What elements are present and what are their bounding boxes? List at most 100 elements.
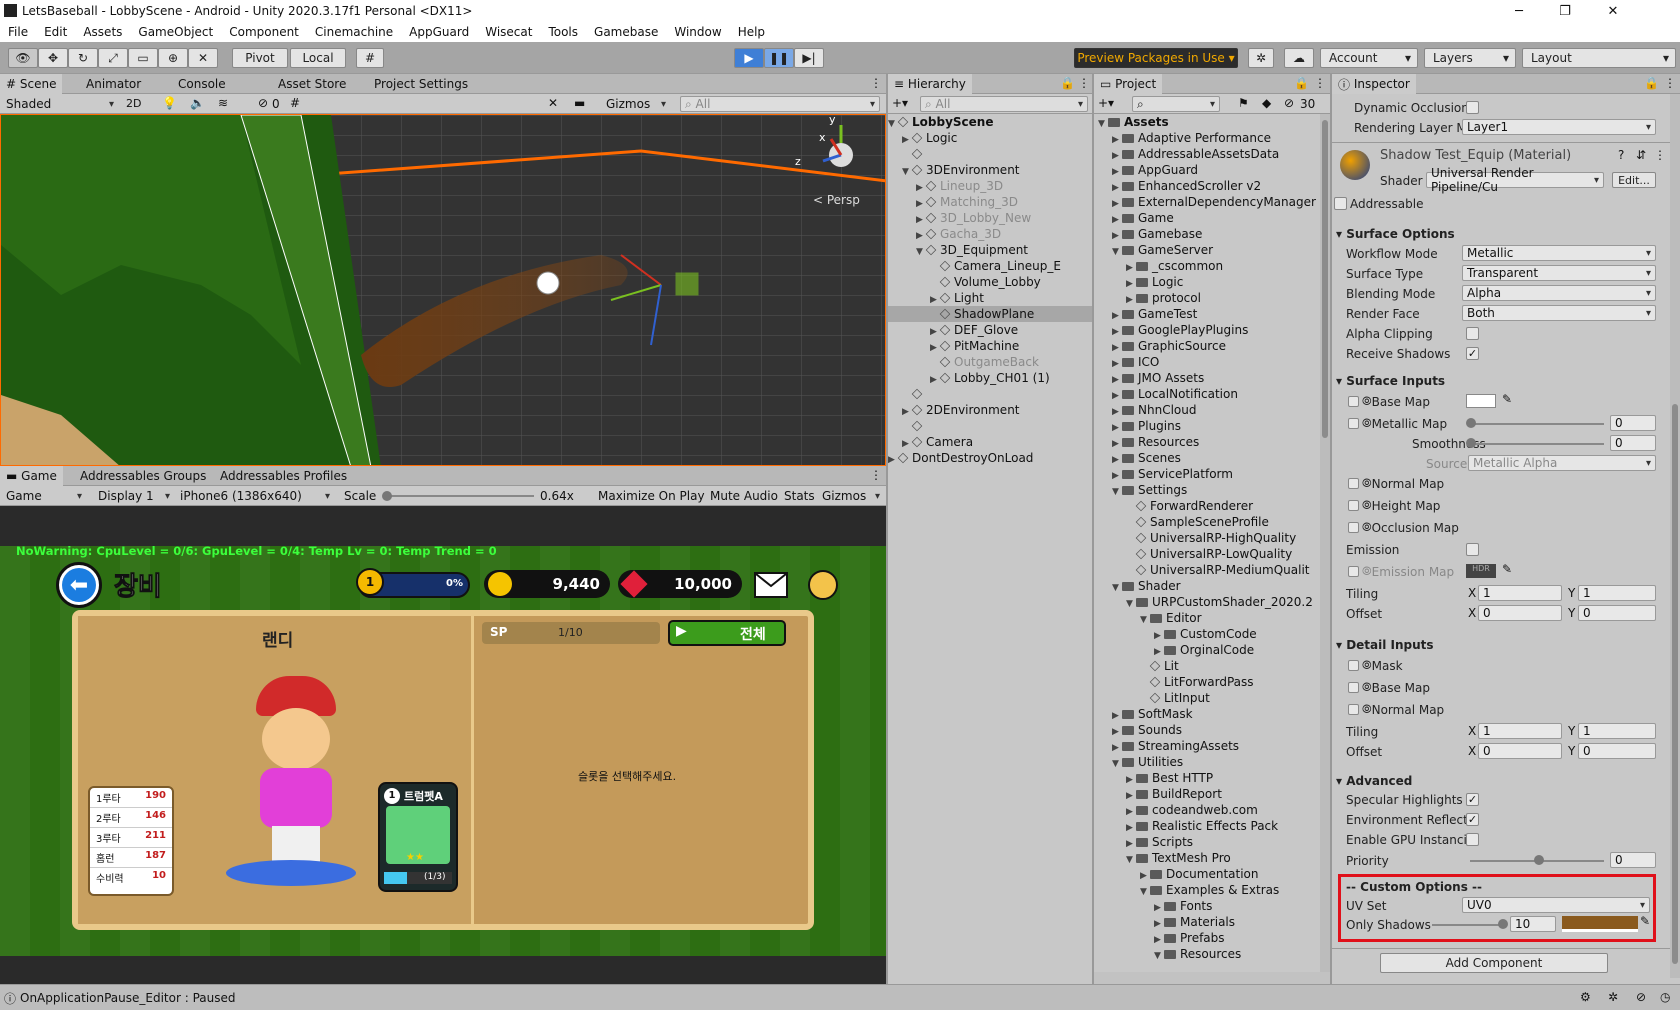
pivot-toggle[interactable]: Pivot xyxy=(232,48,288,68)
menu-tools[interactable]: Tools xyxy=(540,25,586,39)
uv-set-dropdown[interactable]: UV0 xyxy=(1462,897,1650,913)
add-component-button[interactable]: Add Component xyxy=(1380,953,1608,973)
project-item[interactable]: ▶ OrginalCode xyxy=(1094,642,1320,658)
hierarchy-item[interactable]: ▶ 2DEnvironment xyxy=(888,402,1092,418)
scale-slider-handle[interactable] xyxy=(382,491,392,501)
camera-icon[interactable]: ▬ xyxy=(574,96,585,110)
item-card[interactable]: 1 트럼펫A ★★ (1/3) xyxy=(378,782,458,892)
project-item[interactable]: ▶ Best HTTP xyxy=(1094,770,1320,786)
hierarchy-item[interactable] xyxy=(888,418,1092,434)
hierarchy-item[interactable]: ▶ Lineup_3D xyxy=(888,178,1092,194)
game-viewport[interactable]: NoWarning: CpuLevel = 0/6: GpuLevel = 0/… xyxy=(0,506,886,984)
menu-component[interactable]: Component xyxy=(221,25,307,39)
stats-toggle[interactable]: Stats xyxy=(784,489,815,503)
project-item[interactable]: ▶ LocalNotification xyxy=(1094,386,1320,402)
resolution-dropdown[interactable]: iPhone6 (1386x640) xyxy=(176,488,334,504)
lock-icon[interactable]: 🔒 xyxy=(1060,76,1075,90)
project-item[interactable]: ▶ GameTest xyxy=(1094,306,1320,322)
project-item[interactable]: ▶ _cscommon xyxy=(1094,258,1320,274)
collapse-arrow-icon[interactable]: ▶ xyxy=(888,452,898,468)
advanced-header[interactable]: ▾ Advanced xyxy=(1336,774,1412,788)
hidden-packages-icon[interactable]: ⊘ xyxy=(1284,96,1294,110)
project-item[interactable]: ▶ AppGuard xyxy=(1094,162,1320,178)
minimize-button[interactable]: ─ xyxy=(1496,0,1542,22)
base-map-color[interactable] xyxy=(1466,394,1496,408)
game-more-icon[interactable]: ⋮ xyxy=(870,468,882,482)
hierarchy-item[interactable]: Volume_Lobby xyxy=(888,274,1092,290)
priority-slider-handle[interactable] xyxy=(1534,855,1544,865)
project-item[interactable]: ▶ AddressableAssetsData xyxy=(1094,146,1320,162)
project-scroll-thumb[interactable] xyxy=(1322,120,1328,438)
project-item[interactable]: ▶ ExternalDependencyManager xyxy=(1094,194,1320,210)
only-shadows-eyedropper-icon[interactable]: ✎ xyxy=(1640,914,1650,928)
detail-inputs-header[interactable]: ▾ Detail Inputs xyxy=(1336,638,1434,652)
play-button[interactable]: ▶ xyxy=(734,48,764,68)
project-item[interactable]: ▼ Editor xyxy=(1094,610,1320,626)
mail-icon[interactable] xyxy=(754,572,788,598)
detail-offset-y-input[interactable]: 0 xyxy=(1578,743,1656,759)
cache-icon[interactable]: ⊘ xyxy=(1636,990,1646,1004)
project-item[interactable]: LitForwardPass xyxy=(1094,674,1320,690)
inspector-scroll-thumb[interactable] xyxy=(1672,404,1678,964)
dynamic-occlusion-checkbox[interactable] xyxy=(1466,101,1479,114)
scale-tool-icon[interactable]: ⤢ xyxy=(98,48,128,68)
blending-dropdown[interactable]: Alpha xyxy=(1462,285,1656,301)
base-map-slot[interactable] xyxy=(1348,396,1359,407)
tiling-x-input[interactable]: 1 xyxy=(1478,585,1562,601)
render-face-dropdown[interactable]: Both xyxy=(1462,305,1656,321)
eyedropper-icon[interactable]: ✎ xyxy=(1502,392,1512,406)
project-item[interactable]: ▶ Materials xyxy=(1094,914,1320,930)
hierarchy-item[interactable]: OutgameBack xyxy=(888,354,1092,370)
close-button[interactable]: ✕ xyxy=(1590,0,1636,22)
hierarchy-item[interactable]: ▶ 3D_Lobby_New xyxy=(888,210,1092,226)
gem-counter[interactable]: 10,000 xyxy=(618,570,742,598)
emission-eyedropper-icon[interactable]: ✎ xyxy=(1502,562,1512,576)
project-item[interactable]: ▼ TextMesh Pro xyxy=(1094,850,1320,866)
notification-icon[interactable]: ◷ xyxy=(1660,990,1670,1004)
scene-viewport[interactable]: y x z < Persp xyxy=(0,114,886,466)
local-toggle[interactable]: Local xyxy=(290,48,346,68)
workflow-dropdown[interactable]: Metallic xyxy=(1462,245,1656,261)
layers-dropdown[interactable]: Layers ▾ xyxy=(1424,48,1516,68)
surface-type-dropdown[interactable]: Transparent xyxy=(1462,265,1656,281)
menu-icon[interactable] xyxy=(808,570,838,600)
account-dropdown[interactable]: Account ▾ xyxy=(1320,48,1418,68)
maximize-on-play-toggle[interactable]: Maximize On Play xyxy=(598,489,705,503)
project-item[interactable]: ▶ Scenes xyxy=(1094,450,1320,466)
surface-options-header[interactable]: ▾ Surface Options xyxy=(1336,227,1455,241)
project-item[interactable]: ▼ GameServer xyxy=(1094,242,1320,258)
display-dropdown[interactable]: Display 1 xyxy=(94,488,174,504)
only-shadows-slider-handle[interactable] xyxy=(1498,919,1508,929)
menu-appguard[interactable]: AppGuard xyxy=(401,25,477,39)
grid-snap-icon[interactable]: # xyxy=(356,48,384,68)
game-view-dropdown[interactable]: Game xyxy=(2,488,86,504)
preview-packages-dropdown[interactable]: Preview Packages in Use ▾ xyxy=(1074,48,1238,68)
tab-console[interactable]: Console xyxy=(172,74,232,94)
menu-wisecat[interactable]: Wisecat xyxy=(477,25,540,39)
audio-icon[interactable]: 🔈 xyxy=(190,96,205,110)
tab-asset-store[interactable]: Asset Store xyxy=(272,74,352,94)
project-item[interactable]: ▶ BuildReport xyxy=(1094,786,1320,802)
project-item[interactable]: ▶ Logic xyxy=(1094,274,1320,290)
debug-icon[interactable]: ✲ xyxy=(1608,990,1618,1004)
project-item[interactable]: UniversalRP-HighQuality xyxy=(1094,530,1320,546)
game-gizmos-dropdown[interactable]: Gizmos xyxy=(818,488,884,504)
preset-icon[interactable]: ⇵ xyxy=(1636,148,1646,162)
tab-project-settings[interactable]: Project Settings xyxy=(368,74,474,94)
rendering-layer-dropdown[interactable]: Layer1 xyxy=(1462,119,1656,135)
project-item[interactable]: ▶ ServicePlatform xyxy=(1094,466,1320,482)
shader-dropdown[interactable]: Universal Render Pipeline/Cu xyxy=(1426,166,1604,194)
hierarchy-item[interactable]: ▶ DEF_Glove xyxy=(888,322,1092,338)
detail-tiling-y-input[interactable]: 1 xyxy=(1578,723,1656,739)
menu-gameobject[interactable]: GameObject xyxy=(130,25,221,39)
detail-normal-map-slot[interactable] xyxy=(1348,704,1359,715)
alpha-clip-checkbox[interactable] xyxy=(1466,327,1479,340)
hierarchy-item[interactable]: ▶ DontDestroyOnLoad xyxy=(888,450,1092,466)
gpu-instancing-checkbox[interactable] xyxy=(1466,833,1479,846)
step-button[interactable]: ▶| xyxy=(794,48,824,68)
metallic-map-slot[interactable] xyxy=(1348,418,1359,429)
emission-map-slot[interactable] xyxy=(1348,566,1359,577)
hierarchy-item[interactable]: ▼ 3DEnvironment xyxy=(888,162,1092,178)
cloud-icon[interactable]: ☁ xyxy=(1284,48,1314,68)
hierarchy-add-icon[interactable]: +▾ xyxy=(892,96,908,110)
